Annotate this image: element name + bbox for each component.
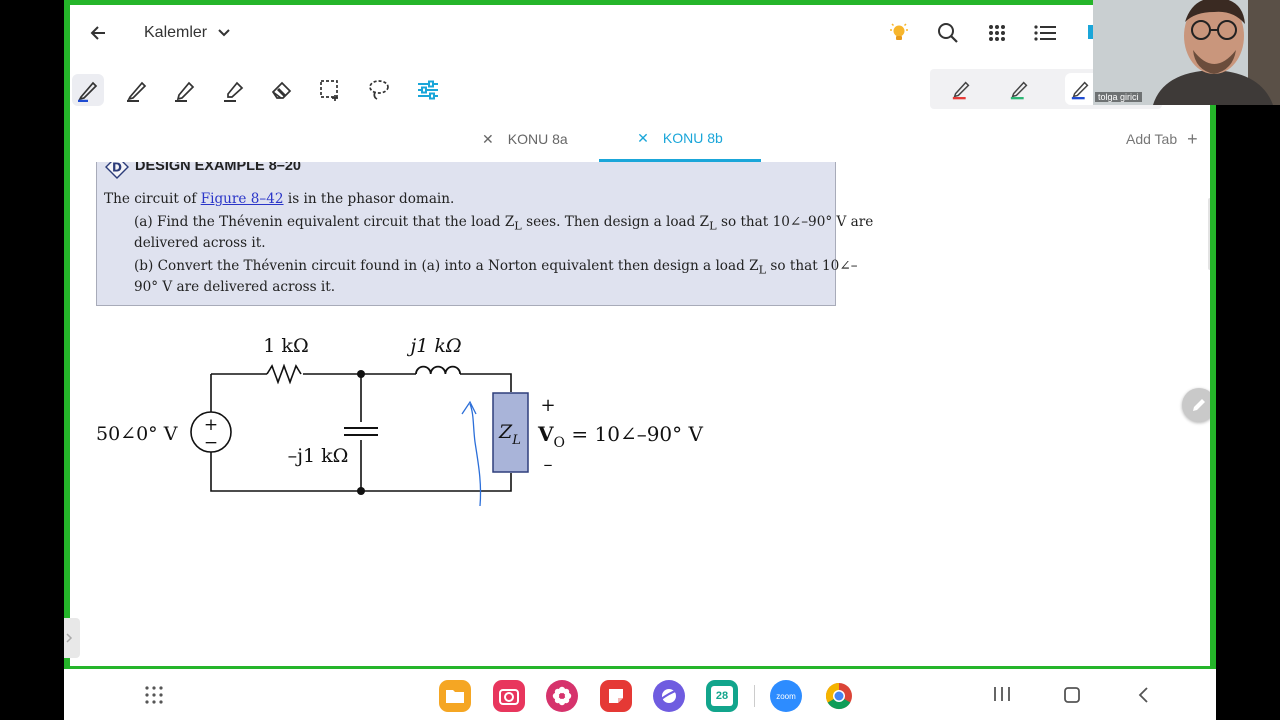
planet-icon: [659, 689, 679, 703]
internet-app[interactable]: [653, 680, 685, 712]
close-icon[interactable]: ✕: [482, 131, 494, 148]
chrome-app[interactable]: [823, 680, 855, 712]
tips-button[interactable]: [885, 19, 913, 47]
zoom-app[interactable]: zoom: [770, 680, 802, 712]
camera-icon: [499, 689, 519, 705]
pen-icon: [78, 81, 98, 102]
tool-highlighter[interactable]: [169, 74, 201, 106]
node-dot: [357, 370, 365, 378]
chevron-down-icon: [218, 29, 230, 37]
calendar-app[interactable]: 28: [706, 680, 738, 712]
plus-icon: +: [1187, 128, 1198, 149]
source-minus: −: [204, 433, 218, 453]
webcam-overlay: tolga girici: [1093, 0, 1280, 105]
tool-eraser[interactable]: [266, 74, 298, 106]
folder-icon: [446, 690, 464, 703]
node-dot: [357, 487, 365, 495]
capacitor-label: –j1 kΩ: [288, 445, 349, 467]
add-tab-button[interactable]: Add Tab +: [1126, 117, 1198, 161]
pen-toolbar: [70, 62, 1210, 117]
nav-divider: [754, 685, 755, 707]
top-bar: Kalemler: [70, 5, 1210, 62]
circuit-diagram: + − 1 kΩ j1 kΩ –j1 kΩ 50∠0° V ZL + – VO …: [96, 335, 704, 507]
search-button[interactable]: [934, 19, 962, 47]
side-panel-handle[interactable]: [64, 618, 80, 658]
tool-pen[interactable]: [121, 74, 153, 106]
tab-konu-8b[interactable]: ✕ KONU 8b: [599, 117, 761, 162]
camera-app[interactable]: [493, 680, 525, 712]
pen-set-title: Kalemler: [144, 24, 208, 41]
recents-icon: [994, 687, 1010, 701]
arrow-left-icon: [90, 26, 105, 40]
source-label: 50∠0° V: [96, 423, 178, 445]
tool-marker[interactable]: [218, 74, 250, 106]
floating-edit-button[interactable]: [1182, 388, 1210, 422]
grid-icon: [145, 686, 163, 704]
note-icon: [609, 689, 623, 703]
tab-konu-8a[interactable]: ✕ KONU 8a: [482, 117, 602, 161]
lasso-icon: [369, 80, 389, 100]
chevron-right-icon: [66, 633, 73, 643]
outline-list-button[interactable]: [1031, 19, 1059, 47]
resistor-label: 1 kΩ: [263, 335, 308, 357]
pen-icon: [1071, 81, 1089, 100]
inductor-label: j1 kΩ: [406, 335, 461, 357]
chevron-left-icon: [1138, 687, 1148, 703]
apps-grid-button[interactable]: [983, 19, 1011, 47]
flower-icon: [552, 686, 572, 706]
vo-label: VO = 10∠–90° V: [537, 422, 704, 451]
eraser-icon: [271, 81, 292, 99]
vertical-scrollbar[interactable]: [1208, 198, 1210, 270]
tab-label: KONU 8b: [662, 130, 723, 146]
back-nav-button[interactable]: [1134, 685, 1156, 707]
list-icon: [1034, 25, 1056, 41]
vo-plus: +: [540, 395, 555, 416]
tool-lasso[interactable]: [363, 74, 395, 106]
tool-pen-active[interactable]: [72, 74, 104, 106]
tool-settings[interactable]: [412, 74, 444, 106]
participant-video: [1093, 0, 1280, 105]
pen-icon: [952, 81, 970, 100]
notes-app[interactable]: [600, 680, 632, 712]
calendar-date: 28: [711, 686, 733, 706]
participant-name: tolga girici: [1095, 92, 1142, 102]
add-tab-label: Add Tab: [1126, 131, 1178, 147]
lightbulb-icon: [890, 23, 908, 40]
source-plus: +: [204, 415, 218, 435]
highlighter-icon: [175, 81, 195, 102]
chrome-icon: [825, 682, 852, 710]
lasso-rect-icon: [320, 80, 338, 101]
pen-icon: [1010, 81, 1028, 100]
home-button[interactable]: [1062, 685, 1084, 707]
recent-apps-button[interactable]: [992, 685, 1014, 707]
favorite-pen-green[interactable]: [1004, 73, 1036, 105]
search-icon: [938, 23, 958, 43]
pen-icon: [127, 81, 147, 102]
home-icon: [1064, 687, 1080, 703]
tab-label: KONU 8a: [507, 131, 568, 147]
android-nav-bar: 28 zoom: [64, 669, 1216, 720]
marker-icon: [224, 81, 244, 102]
tool-rect-select[interactable]: [314, 74, 346, 106]
vo-minus: –: [544, 454, 553, 475]
close-icon[interactable]: ✕: [637, 130, 649, 147]
app-drawer-button[interactable]: [144, 685, 168, 709]
sliders-icon: [418, 80, 438, 100]
files-app[interactable]: [439, 680, 471, 712]
grid-icon: [989, 25, 1005, 41]
note-canvas[interactable]: D DESIGN EXAMPLE 8–20 The circuit of Fig…: [70, 162, 1210, 666]
tab-bar: ✕ KONU 8a ✕ KONU 8b Add Tab +: [70, 117, 1210, 163]
pen-set-dropdown[interactable]: Kalemler: [144, 19, 231, 47]
favorite-pen-red[interactable]: [946, 73, 978, 105]
pencil-icon: [1193, 399, 1205, 411]
back-button[interactable]: [84, 19, 112, 47]
flower-app[interactable]: [546, 680, 578, 712]
